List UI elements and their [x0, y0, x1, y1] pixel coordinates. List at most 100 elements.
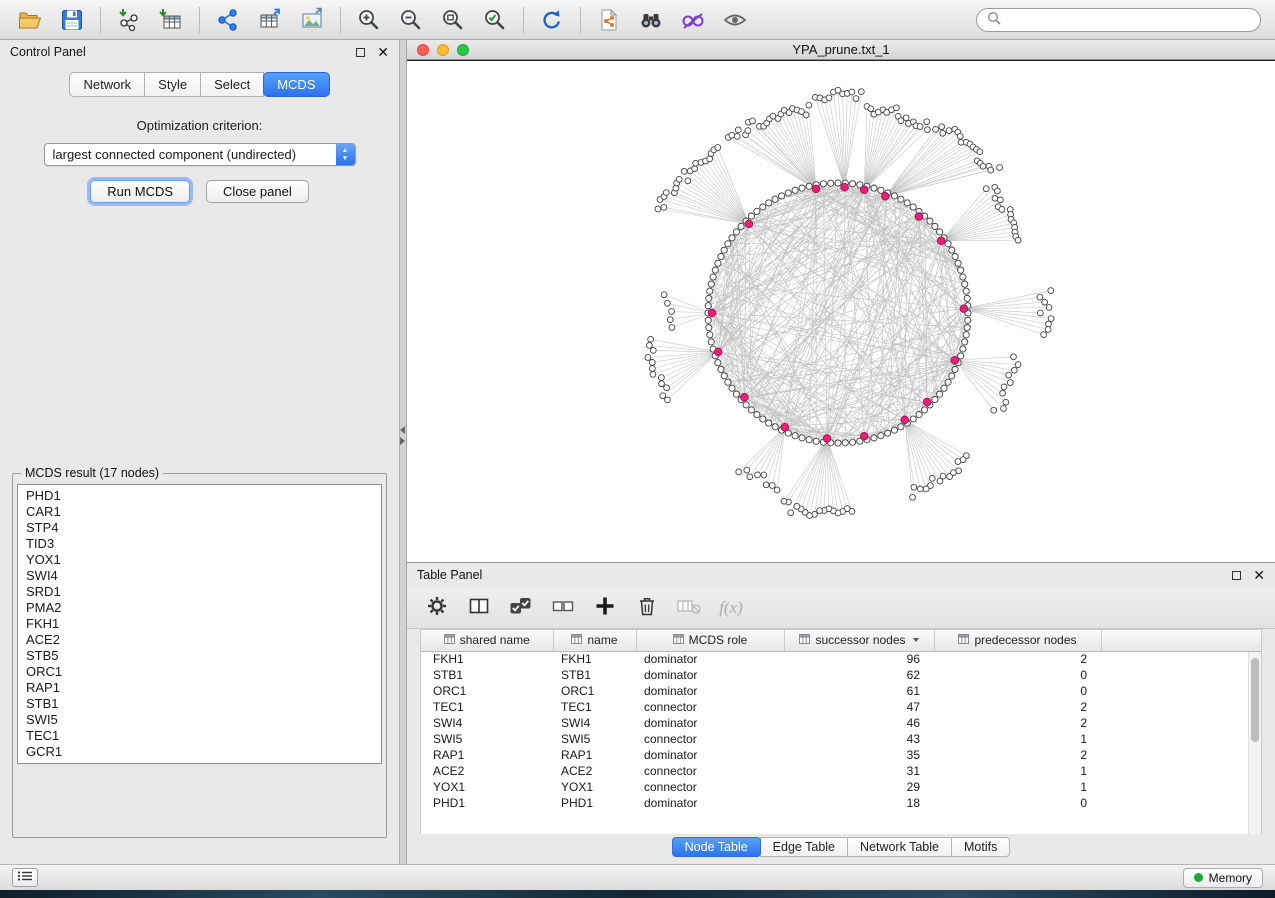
criterion-dropdown[interactable]: largest connected component (undirected)…	[44, 143, 356, 166]
cell-shared-name[interactable]: TEC1	[421, 699, 553, 715]
cell-name[interactable]: TEC1	[553, 699, 636, 715]
cell-name[interactable]: PHD1	[553, 795, 636, 811]
result-node-item[interactable]: RAP1	[26, 680, 373, 696]
panel-list-button[interactable]	[12, 868, 38, 887]
result-node-item[interactable]: ACE2	[26, 632, 373, 648]
cell-shared-name[interactable]: SWI5	[421, 731, 553, 747]
cell-predecessor-nodes[interactable]: 2	[934, 699, 1101, 715]
minimize-window-icon[interactable]	[437, 44, 449, 56]
run-mcds-button[interactable]: Run MCDS	[90, 180, 190, 203]
result-node-item[interactable]: PHD1	[26, 488, 373, 504]
cell-successor-nodes[interactable]: 29	[784, 779, 934, 795]
maximize-window-icon[interactable]	[457, 44, 469, 56]
result-node-item[interactable]: STB1	[26, 696, 373, 712]
tab-node-table[interactable]: Node Table	[672, 837, 761, 857]
table-row[interactable]: FKH1 FKH1 dominator 96 2	[421, 651, 1261, 667]
open-session-button[interactable]	[10, 4, 50, 36]
close-window-icon[interactable]	[417, 44, 429, 56]
cell-predecessor-nodes[interactable]: 0	[934, 667, 1101, 683]
cell-shared-name[interactable]: RAP1	[421, 747, 553, 763]
result-node-item[interactable]: ORC1	[26, 664, 373, 680]
network-graph[interactable]	[407, 61, 1275, 562]
cell-mcds-role[interactable]: connector	[636, 763, 784, 779]
result-node-item[interactable]: CAR1	[26, 504, 373, 520]
memory-button[interactable]: Memory	[1183, 868, 1263, 888]
tab-mcds[interactable]: MCDS	[263, 72, 329, 97]
table-row[interactable]: STB1 STB1 dominator 62 0	[421, 667, 1261, 683]
float-table-panel-icon[interactable]	[1232, 571, 1241, 580]
cell-mcds-role[interactable]: dominator	[636, 747, 784, 763]
column-header-name[interactable]: name	[553, 630, 636, 651]
column-header-mcds-role[interactable]: MCDS role	[636, 630, 784, 651]
cell-successor-nodes[interactable]: 18	[784, 795, 934, 811]
cell-successor-nodes[interactable]: 35	[784, 747, 934, 763]
tab-style[interactable]: Style	[145, 72, 201, 97]
cell-predecessor-nodes[interactable]: 2	[934, 747, 1101, 763]
tab-motifs[interactable]: Motifs	[951, 837, 1010, 857]
mcds-result-list[interactable]: PHD1CAR1STP4TID3YOX1SWI4SRD1PMA2FKH1ACE2…	[17, 484, 382, 764]
cell-name[interactable]: SWI4	[553, 715, 636, 731]
table-row[interactable]: RAP1 RAP1 dominator 35 2	[421, 747, 1261, 763]
tab-select[interactable]: Select	[201, 72, 264, 97]
zoom-in-button[interactable]	[349, 4, 389, 36]
cell-name[interactable]: STB1	[553, 667, 636, 683]
zoom-out-button[interactable]	[391, 4, 431, 36]
float-panel-icon[interactable]	[356, 48, 365, 57]
result-node-item[interactable]: STP4	[26, 520, 373, 536]
close-table-panel-icon[interactable]: ✕	[1253, 568, 1265, 582]
new-network-from-selection-button[interactable]	[589, 4, 629, 36]
column-header-successor-nodes[interactable]: successor nodes	[784, 630, 934, 651]
cell-name[interactable]: ACE2	[553, 763, 636, 779]
collapse-right-icon[interactable]	[400, 437, 405, 445]
result-node-item[interactable]: TID3	[26, 536, 373, 552]
cell-mcds-role[interactable]: dominator	[636, 651, 784, 667]
close-panel-icon[interactable]: ✕	[377, 45, 389, 59]
tab-network-table[interactable]: Network Table	[847, 837, 952, 857]
save-session-button[interactable]	[52, 4, 92, 36]
table-row[interactable]: PHD1 PHD1 dominator 18 0	[421, 795, 1261, 811]
tab-edge-table[interactable]: Edge Table	[760, 837, 848, 857]
cell-predecessor-nodes[interactable]: 1	[934, 731, 1101, 747]
cell-mcds-role[interactable]: dominator	[636, 667, 784, 683]
cell-successor-nodes[interactable]: 31	[784, 763, 934, 779]
result-node-item[interactable]: SWI5	[26, 712, 373, 728]
export-table-button[interactable]	[250, 4, 290, 36]
cell-shared-name[interactable]: SWI4	[421, 715, 553, 731]
cell-mcds-role[interactable]: connector	[636, 731, 784, 747]
scrollbar-thumb[interactable]	[1251, 658, 1259, 742]
cell-name[interactable]: FKH1	[553, 651, 636, 667]
cell-predecessor-nodes[interactable]: 1	[934, 779, 1101, 795]
function-builder-button[interactable]: f(x)	[717, 593, 745, 623]
collapse-left-icon[interactable]	[400, 426, 405, 434]
result-node-item[interactable]: GCR1	[26, 744, 373, 760]
import-network-button[interactable]	[109, 4, 149, 36]
find-neighbors-button[interactable]	[631, 4, 671, 36]
cell-predecessor-nodes[interactable]: 1	[934, 763, 1101, 779]
tab-network[interactable]: Network	[69, 72, 145, 97]
cell-shared-name[interactable]: STB1	[421, 667, 553, 683]
cell-predecessor-nodes[interactable]: 2	[934, 715, 1101, 731]
export-network-button[interactable]	[208, 4, 248, 36]
result-node-item[interactable]: SRD1	[26, 584, 373, 600]
column-header-shared-name[interactable]: shared name	[421, 630, 553, 651]
table-row[interactable]: ORC1 ORC1 dominator 61 0	[421, 683, 1261, 699]
cell-name[interactable]: RAP1	[553, 747, 636, 763]
table-row[interactable]: TEC1 TEC1 connector 47 2	[421, 699, 1261, 715]
add-row-button[interactable]	[591, 593, 619, 623]
cell-mcds-role[interactable]: connector	[636, 779, 784, 795]
delete-rows-button[interactable]	[633, 593, 661, 623]
show-columns-button[interactable]	[465, 593, 493, 623]
refresh-button[interactable]	[532, 4, 572, 36]
cell-mcds-role[interactable]: dominator	[636, 715, 784, 731]
cell-name[interactable]: SWI5	[553, 731, 636, 747]
cell-successor-nodes[interactable]: 43	[784, 731, 934, 747]
result-node-item[interactable]: PMA2	[26, 600, 373, 616]
cell-predecessor-nodes[interactable]: 0	[934, 683, 1101, 699]
result-node-item[interactable]: TEC1	[26, 728, 373, 744]
table-settings-button[interactable]	[423, 593, 451, 623]
import-table-button[interactable]	[151, 4, 191, 36]
search-input[interactable]	[1007, 12, 1250, 27]
cell-successor-nodes[interactable]: 46	[784, 715, 934, 731]
clear-filter-button[interactable]	[675, 593, 703, 623]
zoom-fit-button[interactable]	[433, 4, 473, 36]
